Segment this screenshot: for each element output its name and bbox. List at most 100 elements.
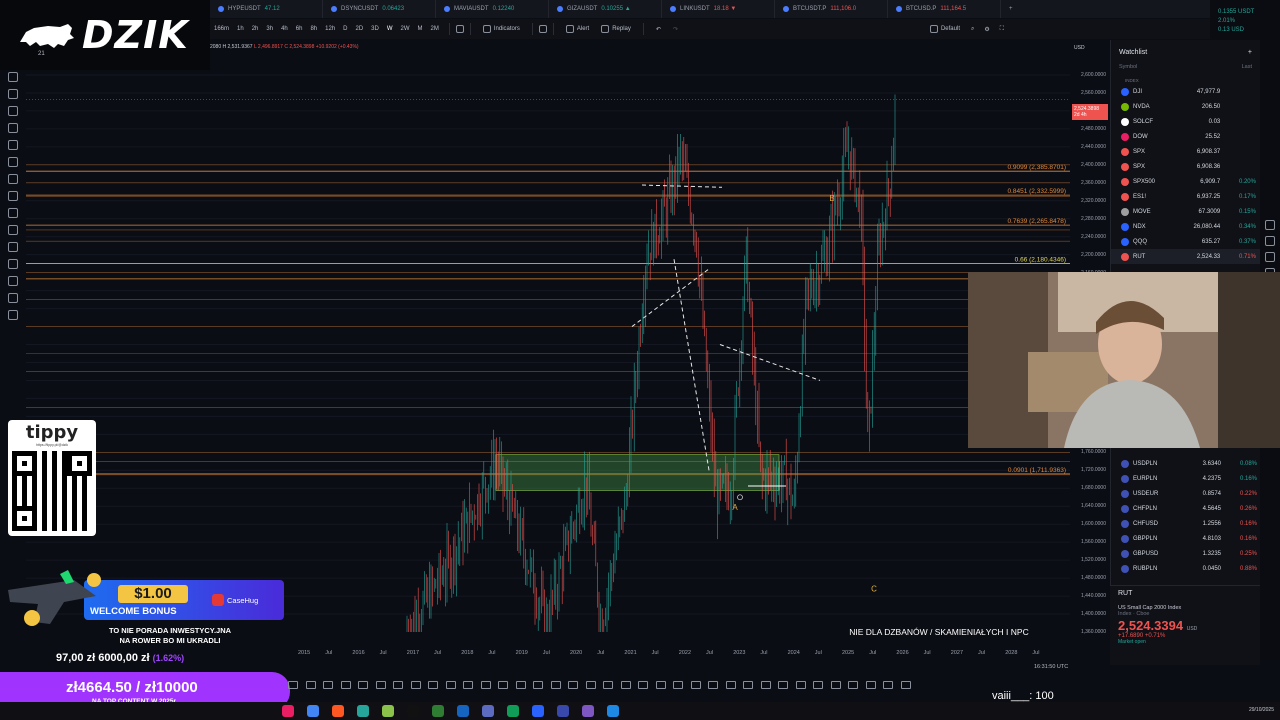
- timeframe-2w[interactable]: 2W: [397, 26, 414, 32]
- measure-tool-icon[interactable]: [8, 174, 18, 184]
- symbol-tab[interactable]: BTCUSDT.P 111,106.0: [775, 0, 888, 18]
- taskbar-app-icon[interactable]: [532, 705, 544, 717]
- taskbar-app-icon[interactable]: [382, 705, 394, 717]
- drawing-tool-icon[interactable]: [830, 681, 841, 689]
- drawing-tool-icon[interactable]: [340, 681, 351, 689]
- timeframe-1h[interactable]: 1h: [233, 26, 248, 32]
- symbol-tab[interactable]: LINKUSDT 18.18 ▼: [662, 0, 775, 18]
- taskbar-app-icon[interactable]: [332, 705, 344, 717]
- details-symbol[interactable]: RUT: [1118, 590, 1252, 597]
- symbol-tab[interactable]: HYPEUSDT 47.12: [210, 0, 323, 18]
- timeframe-w[interactable]: W: [383, 26, 397, 32]
- alerts-icon[interactable]: [1265, 220, 1275, 230]
- fib-tool-icon[interactable]: [8, 106, 18, 116]
- undo-icon[interactable]: ↶: [650, 26, 667, 33]
- magnet-tool-icon[interactable]: [8, 208, 18, 218]
- drawing-tool-icon[interactable]: [620, 681, 631, 689]
- price-chart[interactable]: 0.9099 (2,385.8701) 0.8451 (2,332.5999) 0.…: [26, 40, 1070, 660]
- drawing-tool-icon[interactable]: [795, 681, 806, 689]
- eye-tool-icon[interactable]: [8, 293, 18, 303]
- demand-zone[interactable]: [495, 454, 780, 491]
- taskbar-app-icon[interactable]: [432, 705, 444, 717]
- layout-button[interactable]: Default: [924, 25, 966, 33]
- drawing-tool-icon[interactable]: [778, 681, 788, 689]
- ruler-tool-icon[interactable]: [8, 276, 18, 286]
- text-tool-icon[interactable]: [8, 140, 18, 150]
- drawing-tool-icon[interactable]: [463, 681, 473, 689]
- timeframe-3d[interactable]: 3D: [367, 26, 383, 32]
- drawing-tool-icon[interactable]: [410, 681, 421, 689]
- drawing-tool-icon[interactable]: [673, 681, 683, 689]
- watchlist-icon[interactable]: [1265, 236, 1275, 246]
- watchlist-row[interactable]: DOW 25.52: [1111, 129, 1260, 144]
- alert-button[interactable]: Alert: [560, 25, 595, 33]
- timeframe-2h[interactable]: 2h: [248, 26, 263, 32]
- delete-tool-icon[interactable]: [8, 310, 18, 320]
- lock-tool-icon[interactable]: [8, 225, 18, 235]
- watchlist-row[interactable]: RUT 2,524.33 0.71%: [1111, 249, 1260, 264]
- watchlist-row[interactable]: USDPLN 3.6340 0.08%: [1111, 456, 1261, 471]
- drawing-tool-icon[interactable]: [760, 681, 771, 689]
- drawing-tool-icon[interactable]: [813, 681, 823, 689]
- drawing-tool-icon[interactable]: [498, 681, 508, 689]
- pattern-dashed-line[interactable]: [641, 184, 723, 188]
- timeframe-4h[interactable]: 4h: [277, 26, 292, 32]
- timeframe-d[interactable]: D: [339, 26, 351, 32]
- drawing-tool-icon[interactable]: [288, 681, 298, 689]
- watchlist-row[interactable]: GBPUSD 1.3235 0.25%: [1111, 546, 1261, 561]
- watchlist-row[interactable]: SPX500 6,909.7 0.20%: [1111, 174, 1260, 189]
- drawing-tool-icon[interactable]: [725, 681, 736, 689]
- symbol-tab[interactable]: MAVIAUSDT 0.12240: [436, 0, 549, 18]
- timeframe-m[interactable]: M: [414, 26, 427, 32]
- watchlist-row[interactable]: CHFPLN 4.5645 0.26%: [1111, 501, 1261, 516]
- timeframe-8h[interactable]: 8h: [306, 26, 321, 32]
- layout-grid-icon[interactable]: [538, 25, 547, 33]
- trash-tool-icon[interactable]: [8, 259, 18, 269]
- pattern-tool-icon[interactable]: [8, 157, 18, 167]
- indicators-button[interactable]: Indicators: [477, 25, 526, 33]
- column-symbol[interactable]: Symbol: [1119, 64, 1137, 76]
- watchlist-row[interactable]: EURPLN 4.2375 0.16%: [1111, 471, 1261, 486]
- drawing-tool-icon[interactable]: [883, 681, 893, 689]
- taskbar-app-icon[interactable]: [357, 705, 369, 717]
- drawing-tool-icon[interactable]: [393, 681, 403, 689]
- drawing-tool-icon[interactable]: [428, 681, 438, 689]
- symbol-tab[interactable]: DSYNCUSDT 0.06423: [323, 0, 436, 18]
- symbol-tab[interactable]: BTCUSD.P 111,164.5: [888, 0, 1001, 18]
- drawing-tool-icon[interactable]: [445, 681, 456, 689]
- watchlist-title[interactable]: Watchlist: [1119, 49, 1147, 56]
- timeframe-6h[interactable]: 6h: [292, 26, 307, 32]
- chat-icon[interactable]: [1265, 252, 1275, 262]
- drawing-tool-icon[interactable]: [655, 681, 666, 689]
- taskbar-date[interactable]: 29/10/2025: [1249, 707, 1274, 713]
- timeframe-12h[interactable]: 12h: [321, 26, 339, 32]
- drawing-tool-icon[interactable]: [708, 681, 718, 689]
- taskbar-app-icon[interactable]: [457, 705, 469, 717]
- replay-button[interactable]: Replay: [595, 25, 637, 33]
- crosshair-tool-icon[interactable]: [8, 72, 18, 82]
- drawing-tool-icon[interactable]: [358, 681, 368, 689]
- drawing-tool-icon[interactable]: [480, 681, 491, 689]
- drawing-tool-icon[interactable]: [533, 681, 543, 689]
- trendline-tool-icon[interactable]: [8, 89, 18, 99]
- drawing-tool-icon[interactable]: [848, 681, 858, 689]
- hide-tool-icon[interactable]: [8, 242, 18, 252]
- add-symbol-icon[interactable]: +: [1248, 49, 1252, 56]
- drawing-tool-icon[interactable]: [550, 681, 561, 689]
- taskbar-app-icon[interactable]: [282, 705, 294, 717]
- watchlist-row[interactable]: CHFUSD 1.2556 0.16%: [1111, 516, 1261, 531]
- search-icon[interactable]: ⌕: [966, 26, 979, 33]
- timeframe-166m[interactable]: 166m: [210, 26, 233, 32]
- taskbar-app-icon[interactable]: [407, 705, 419, 717]
- fullscreen-icon[interactable]: ⛶: [995, 26, 1009, 33]
- new-tab-icon[interactable]: +: [1001, 6, 1021, 12]
- redo-icon[interactable]: ↷: [667, 26, 684, 33]
- watchlist-row[interactable]: DJI 47,977.9: [1111, 84, 1260, 99]
- timeframe-2m[interactable]: 2M: [427, 26, 443, 32]
- column-last[interactable]: Last: [1242, 64, 1252, 76]
- taskbar-app-icon[interactable]: [507, 705, 519, 717]
- drawing-tool-icon[interactable]: [690, 681, 701, 689]
- candle-type-icon[interactable]: [455, 25, 464, 33]
- taskbar-app-icon[interactable]: [482, 705, 494, 717]
- watchlist-row[interactable]: ES1! 6,937.25 0.17%: [1111, 189, 1260, 204]
